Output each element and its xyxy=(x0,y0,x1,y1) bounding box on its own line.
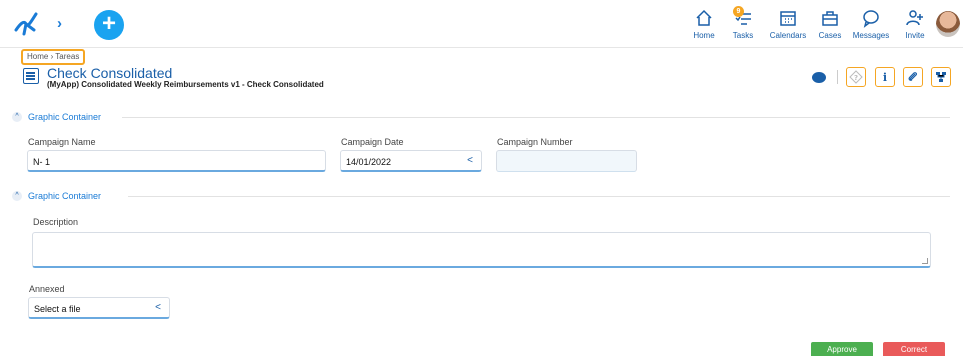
nav-tasks[interactable]: 9 Tasks xyxy=(723,6,763,40)
nav-cases-label: Cases xyxy=(818,31,842,40)
briefcase-icon xyxy=(822,11,838,26)
flow-diagram-icon xyxy=(936,72,946,82)
description-textarea[interactable] xyxy=(32,232,931,268)
campaign-name-label: Campaign Name xyxy=(28,137,96,147)
app-logo-icon[interactable] xyxy=(12,10,40,38)
group-header-2[interactable]: ^ Graphic Container xyxy=(12,189,101,203)
nav-invite-label: Invite xyxy=(905,31,925,40)
file-select-value: Select a file xyxy=(34,304,81,314)
comments-button[interactable] xyxy=(809,67,829,87)
calendar-picker-chevron-icon[interactable]: < xyxy=(467,155,473,166)
campaign-name-input[interactable]: N- 1 xyxy=(27,150,326,172)
home-icon xyxy=(696,9,712,26)
campaign-number-label: Campaign Number xyxy=(497,137,573,147)
annexed-label: Annexed xyxy=(29,284,65,294)
approve-button[interactable]: Approve xyxy=(811,342,873,356)
collapse-chevron-icon[interactable]: ^ xyxy=(12,191,22,201)
user-avatar[interactable] xyxy=(936,11,960,37)
invite-user-icon xyxy=(906,10,923,26)
add-button[interactable]: + xyxy=(94,10,124,40)
resize-handle-icon[interactable] xyxy=(922,258,928,264)
group-header-1[interactable]: ^ Graphic Container xyxy=(12,110,101,124)
form-icon xyxy=(23,68,39,84)
correct-button[interactable]: Correct xyxy=(883,342,945,356)
nav-messages-label: Messages xyxy=(852,31,890,40)
nav-home-label: Home xyxy=(693,31,715,40)
info-button[interactable]: i xyxy=(875,67,895,87)
help-diamond-icon: ? xyxy=(849,70,863,84)
help-button[interactable]: ? xyxy=(846,67,866,87)
group-divider-1 xyxy=(122,117,950,118)
toolbar-divider xyxy=(837,70,838,84)
group-title-2: Graphic Container xyxy=(28,191,102,201)
group-divider-2 xyxy=(128,196,950,197)
nav-calendars[interactable]: Calendars xyxy=(768,8,808,40)
calendar-icon xyxy=(780,11,796,26)
nav-invite[interactable]: Invite xyxy=(895,8,935,40)
breadcrumb[interactable]: Home › Tareas xyxy=(21,49,86,65)
collapse-chevron-icon[interactable]: ^ xyxy=(12,112,22,122)
nav-tasks-label: Tasks xyxy=(732,31,754,40)
campaign-date-value: 14/01/2022 xyxy=(346,157,392,167)
info-icon: i xyxy=(882,70,888,84)
chat-bubble-icon xyxy=(812,71,826,83)
paperclip-icon xyxy=(908,72,917,81)
file-select-input[interactable]: Select a file < xyxy=(28,297,170,319)
nav-cases[interactable]: Cases xyxy=(810,8,850,40)
page-title: Check Consolidated xyxy=(47,65,173,81)
group-title-1: Graphic Container xyxy=(28,112,102,122)
file-picker-chevron-icon[interactable]: < xyxy=(155,302,161,313)
campaign-number-input[interactable] xyxy=(496,150,637,172)
top-bar: › + Home 9 Tasks Calendars Cases Message… xyxy=(0,0,963,48)
description-label: Description xyxy=(33,217,79,227)
page-subtitle: (MyApp) Consolidated Weekly Reimbursemen… xyxy=(47,80,324,89)
tasks-badge: 9 xyxy=(733,6,744,17)
campaign-date-label: Campaign Date xyxy=(341,137,404,147)
nav-home[interactable]: Home xyxy=(684,8,724,40)
nav-messages[interactable]: Messages xyxy=(851,8,891,40)
attachment-button[interactable] xyxy=(903,67,923,87)
expand-menu-chevron-icon[interactable]: › xyxy=(57,15,62,32)
message-icon xyxy=(863,10,879,28)
campaign-date-input[interactable]: 14/01/2022 < xyxy=(340,150,482,172)
process-map-button[interactable] xyxy=(931,67,951,87)
nav-calendars-label: Calendars xyxy=(769,31,807,40)
svg-text:?: ? xyxy=(854,74,858,82)
campaign-name-value: N- 1 xyxy=(33,157,51,167)
